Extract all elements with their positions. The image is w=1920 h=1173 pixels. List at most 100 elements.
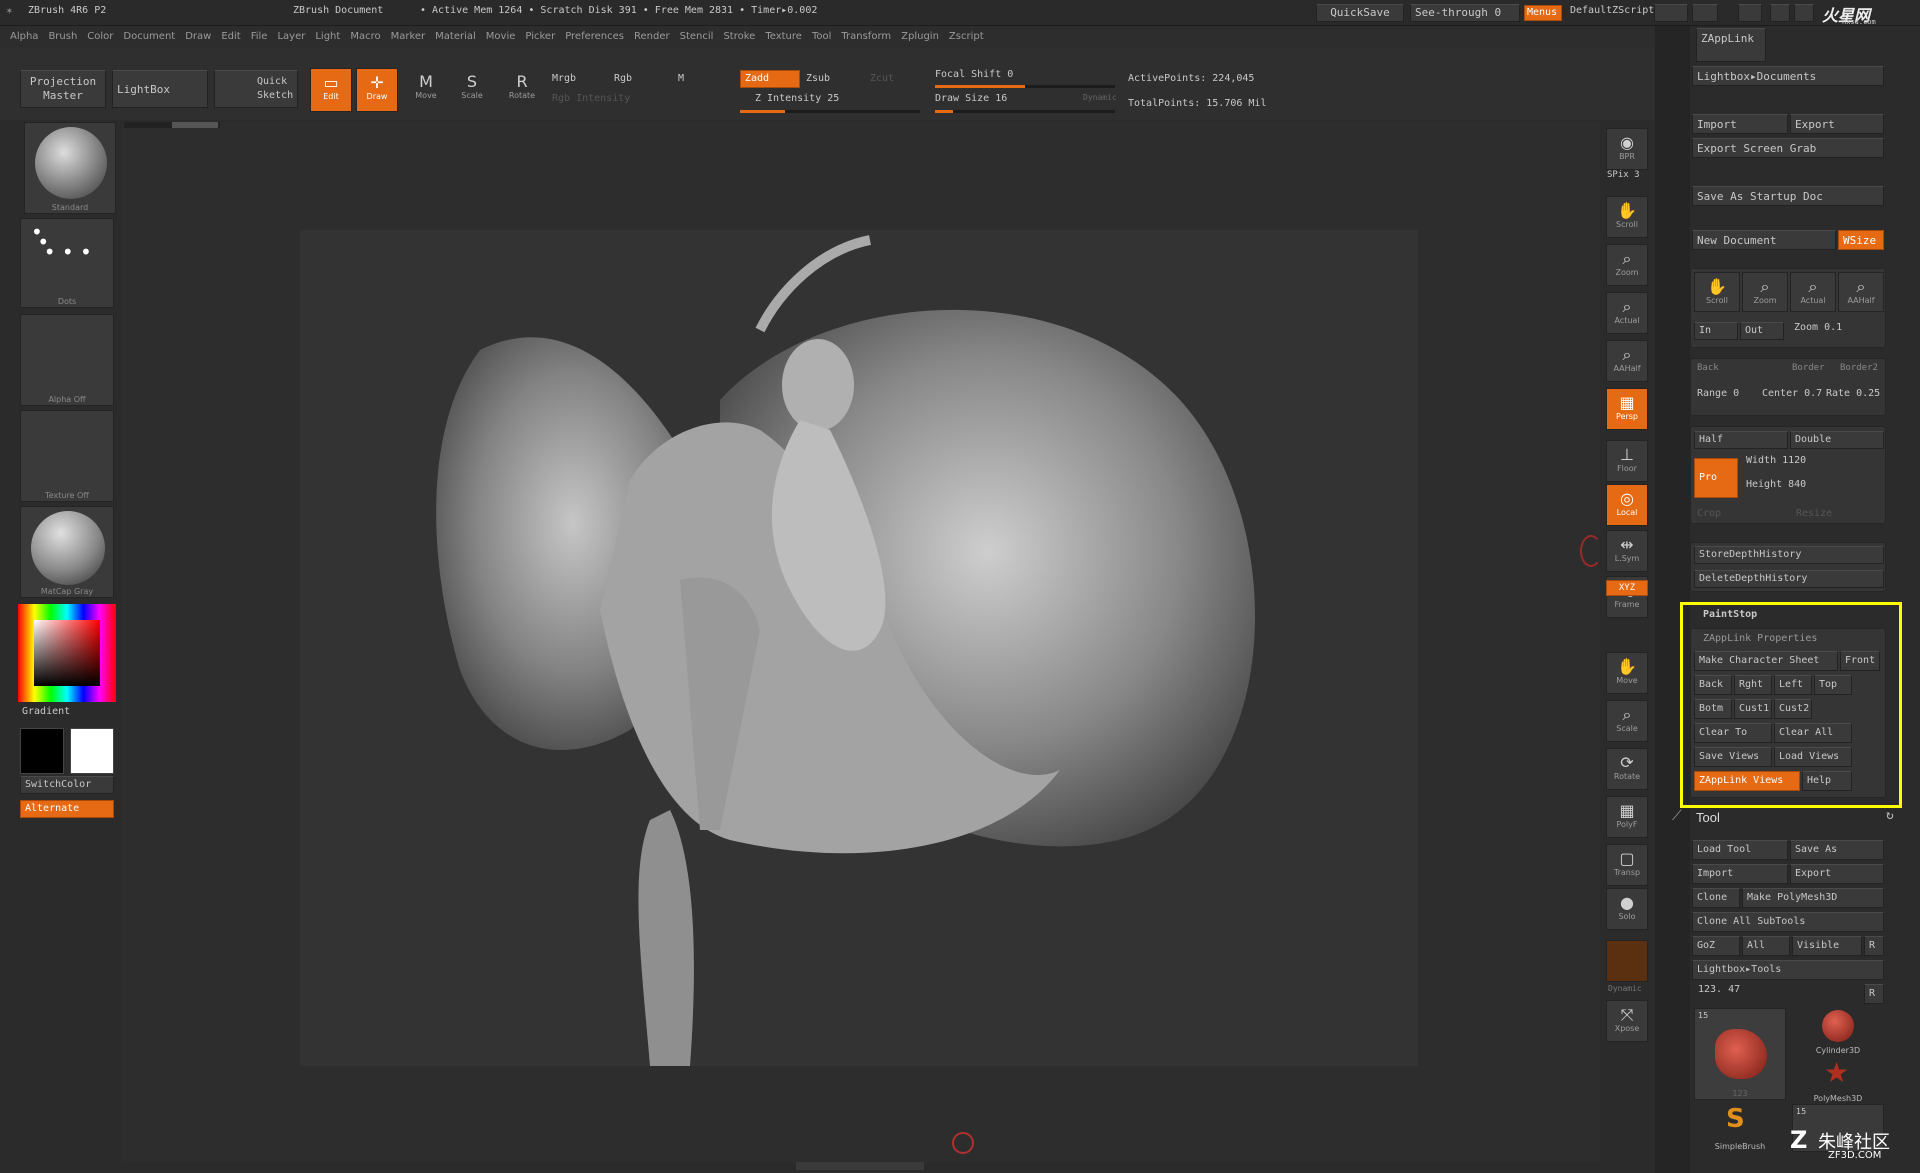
zoom-out-button[interactable]: Out: [1740, 322, 1784, 340]
scale-button[interactable]: S Scale: [452, 68, 492, 112]
current-tool-thumbnail[interactable]: 15 123: [1694, 1008, 1786, 1100]
paintstop-button[interactable]: PaintStop: [1703, 609, 1757, 620]
doc-aahalf-button[interactable]: ⌕ AAHalf: [1838, 272, 1884, 312]
rotate-button[interactable]: R Rotate: [502, 68, 542, 112]
texture-tile[interactable]: Texture Off: [20, 410, 114, 502]
shelf-aahalf-button[interactable]: ⌕ AAHalf: [1606, 340, 1648, 382]
back-view-button[interactable]: Back: [1694, 675, 1732, 695]
range-slider[interactable]: Range 0: [1697, 388, 1739, 399]
back-color-button[interactable]: Back: [1697, 363, 1719, 373]
help-button[interactable]: Help: [1802, 771, 1852, 791]
zoom-in-button[interactable]: In: [1694, 322, 1738, 340]
delete-depth-history-button[interactable]: DeleteDepthHistory: [1694, 570, 1884, 588]
menu-texture[interactable]: Texture: [765, 26, 802, 48]
goz-button[interactable]: GoZ: [1692, 936, 1740, 956]
brush-standard-tile[interactable]: Standard: [24, 122, 116, 214]
draw-size-slider[interactable]: Draw Size 16: [935, 93, 1007, 104]
canvas-bottom-tab[interactable]: [796, 1162, 924, 1170]
shelf-polyf-button[interactable]: ▦ PolyF: [1606, 796, 1648, 838]
left-view-button[interactable]: Left: [1774, 675, 1812, 695]
zapplink-button[interactable]: ZAppLink: [1696, 28, 1766, 62]
load-tool-button[interactable]: Load Tool: [1692, 840, 1788, 860]
window-icon[interactable]: [1692, 4, 1718, 22]
menu-material[interactable]: Material: [435, 26, 476, 48]
tool-slider[interactable]: 123. 47: [1698, 984, 1740, 995]
minimize-icon[interactable]: [1794, 4, 1814, 22]
shelf-floor-button[interactable]: ⊥ Floor: [1606, 440, 1648, 482]
shelf-transp-button[interactable]: ▢ Transp: [1606, 844, 1648, 886]
draw-mode-button[interactable]: ✛ Draw: [356, 68, 398, 112]
doc-actual-button[interactable]: ⌕ Actual: [1790, 272, 1836, 312]
doc-import-button[interactable]: Import: [1692, 114, 1788, 134]
stroke-dots-tile[interactable]: • • • • • Dots: [20, 218, 114, 308]
shelf-persp-button[interactable]: ▦ Persp: [1606, 388, 1648, 430]
shelf-zoom-button[interactable]: ⌕ Zoom: [1606, 244, 1648, 286]
doc-export-button[interactable]: Export: [1790, 114, 1884, 134]
shelf-lsym-button[interactable]: ⇹ L.Sym: [1606, 530, 1648, 572]
quicksave-button[interactable]: QuickSave: [1316, 4, 1404, 22]
mrgb-toggle[interactable]: Mrgb: [552, 73, 576, 84]
shelf-xpose-button[interactable]: ⤧ Xpose: [1606, 1000, 1648, 1042]
clear-to-button[interactable]: Clear To: [1694, 723, 1772, 743]
canvas-scroll-thumb[interactable]: [172, 122, 218, 128]
menu-color[interactable]: Color: [87, 26, 113, 48]
menu-stroke[interactable]: Stroke: [723, 26, 755, 48]
menu-brush[interactable]: Brush: [48, 26, 77, 48]
clone-all-subtools-button[interactable]: Clone All SubTools: [1692, 912, 1884, 932]
half-size-button[interactable]: Half: [1694, 431, 1788, 449]
edit-mode-button[interactable]: ▭ Edit: [310, 68, 352, 112]
menu-picker[interactable]: Picker: [525, 26, 555, 48]
menu-alpha[interactable]: Alpha: [10, 26, 38, 48]
color-square[interactable]: [34, 620, 100, 686]
menu-preferences[interactable]: Preferences: [565, 26, 624, 48]
zsub-toggle[interactable]: Zsub: [806, 73, 830, 84]
menu-movie[interactable]: Movie: [486, 26, 516, 48]
menu-zscript[interactable]: Zscript: [949, 26, 984, 48]
zoom-slider[interactable]: Zoom 0.1: [1794, 322, 1842, 333]
menu-file[interactable]: File: [251, 26, 268, 48]
alternate-button[interactable]: Alternate: [20, 800, 114, 818]
width-slider[interactable]: Width 1120: [1746, 455, 1806, 466]
rgb-toggle[interactable]: Rgb: [614, 73, 632, 84]
see-through-slider[interactable]: See-through 0: [1410, 4, 1520, 22]
matcap-tile[interactable]: MatCap Gray: [20, 506, 114, 598]
menu-macro[interactable]: Macro: [350, 26, 380, 48]
lock-icon[interactable]: [1770, 4, 1790, 22]
top-view-button[interactable]: Top: [1814, 675, 1852, 695]
border-color-button[interactable]: Border: [1792, 363, 1825, 373]
custom1-view-button[interactable]: Cust1: [1734, 699, 1772, 719]
center-slider[interactable]: Center 0.7: [1762, 388, 1822, 399]
tool-export-button[interactable]: Export: [1790, 864, 1884, 884]
menu-light[interactable]: Light: [315, 26, 340, 48]
clone-button[interactable]: Clone: [1692, 888, 1740, 908]
zcut-toggle[interactable]: Zcut: [870, 73, 894, 84]
projection-master-button[interactable]: Projection Master: [20, 70, 106, 108]
tool-r-button[interactable]: R: [1864, 984, 1884, 1004]
xyz-symmetry-button[interactable]: XYZ: [1606, 580, 1648, 596]
z-intensity-slider[interactable]: Z Intensity 25: [755, 93, 839, 104]
resize-button[interactable]: Resize: [1796, 508, 1832, 519]
pro-toggle[interactable]: Pro: [1694, 458, 1738, 498]
menus-toggle[interactable]: Menus: [1524, 5, 1562, 21]
menu-edit[interactable]: Edit: [221, 26, 240, 48]
crop-button[interactable]: Crop: [1697, 508, 1721, 519]
rgb-intensity-slider[interactable]: Rgb Intensity: [552, 93, 630, 104]
menu-transform[interactable]: Transform: [841, 26, 891, 48]
make-character-sheet-button[interactable]: Make Character Sheet: [1694, 651, 1838, 671]
lightbox-documents-button[interactable]: Lightbox▸Documents: [1692, 66, 1884, 86]
dynamic-toggle[interactable]: Dynamic: [1083, 93, 1117, 102]
menu-draw[interactable]: Draw: [185, 26, 211, 48]
shelf-solo-button[interactable]: ● Solo: [1606, 888, 1648, 930]
menu-zplugin[interactable]: Zplugin: [901, 26, 939, 48]
menu-marker[interactable]: Marker: [391, 26, 426, 48]
shelf-bpr-button[interactable]: ◉ BPR: [1606, 128, 1648, 170]
right-view-button[interactable]: Rght: [1734, 675, 1772, 695]
rate-slider[interactable]: Rate 0.25: [1826, 388, 1880, 399]
spix-slider[interactable]: SPix 3: [1607, 170, 1640, 180]
border2-color-button[interactable]: Border2: [1840, 363, 1878, 373]
goz-visible-button[interactable]: Visible: [1792, 936, 1862, 956]
polymesh3d-tool[interactable]: ★ PolyMesh3D: [1792, 1056, 1884, 1104]
bottom-view-button[interactable]: Botm: [1694, 699, 1732, 719]
menu-render[interactable]: Render: [634, 26, 670, 48]
export-screen-grab-button[interactable]: Export Screen Grab: [1692, 138, 1884, 158]
